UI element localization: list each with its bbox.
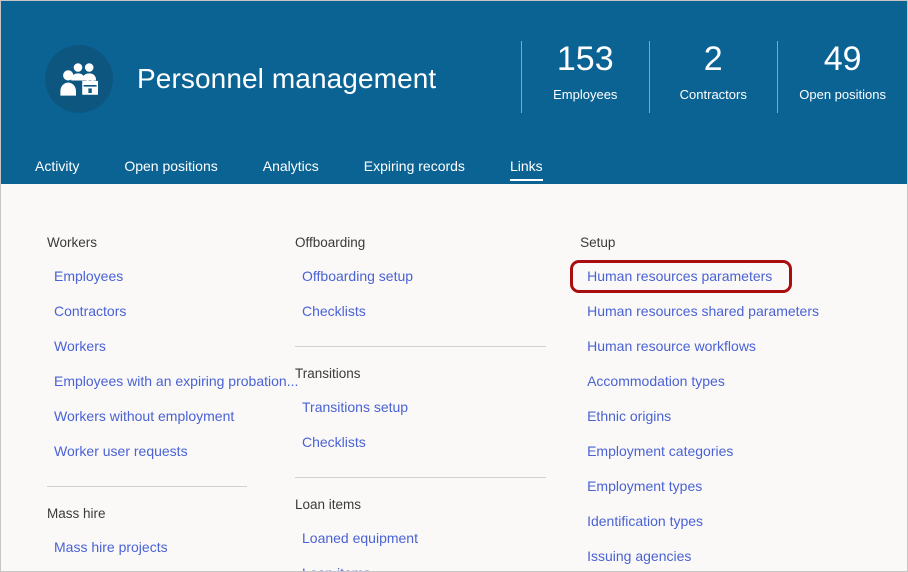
link-workers-without-employment[interactable]: Workers without employment <box>47 399 283 434</box>
divider <box>295 477 547 478</box>
tab-expiring-records[interactable]: Expiring records <box>364 157 465 184</box>
group-title-offboarding: Offboarding <box>295 235 366 250</box>
group-loan-items: Loan items Loaned equipment Loan items <box>295 496 564 571</box>
link-offboarding-checklists[interactable]: Checklists <box>295 294 564 329</box>
links-columns: Workers Employees Contractors Workers Em… <box>1 184 907 571</box>
link-identification-types[interactable]: Identification types <box>580 504 907 539</box>
group-transitions: Transitions Transitions setup Checklists <box>295 365 564 460</box>
link-worker-user-requests[interactable]: Worker user requests <box>47 434 283 469</box>
stat-employees: 153 Employees <box>521 39 649 113</box>
links-column-2: Offboarding Offboarding setup Checklists… <box>283 234 564 571</box>
stat-contractors-label: Contractors <box>679 87 747 102</box>
header-stats: 153 Employees 2 Contractors 49 Open posi… <box>521 39 907 113</box>
header-top-region: Personnel management 153 Employees 2 Con… <box>1 1 907 141</box>
highlighted-link-wrapper: Human resources parameters <box>570 259 793 294</box>
tab-links[interactable]: Links <box>509 157 543 184</box>
link-mass-hire-projects[interactable]: Mass hire projects <box>47 530 283 565</box>
stat-open-positions-value: 49 <box>823 40 862 78</box>
link-accommodation-types[interactable]: Accommodation types <box>580 364 907 399</box>
group-title-workers: Workers <box>47 235 98 250</box>
link-human-resources-parameters[interactable]: Human resources parameters <box>580 259 772 294</box>
link-employment-categories[interactable]: Employment categories <box>580 434 907 469</box>
link-offboarding-setup[interactable]: Offboarding setup <box>295 259 564 294</box>
tab-activity[interactable]: Activity <box>35 157 79 184</box>
tab-bar: Activity Open positions Analytics Expiri… <box>35 142 543 184</box>
group-mass-hire: Mass hire Mass hire projects <box>47 505 283 565</box>
link-loan-items[interactable]: Loan items <box>295 556 564 571</box>
link-human-resource-workflows[interactable]: Human resource workflows <box>580 329 907 364</box>
link-issuing-agencies[interactable]: Issuing agencies <box>580 539 907 571</box>
brand: Personnel management <box>45 45 436 113</box>
link-employees-expiring-probation[interactable]: Employees with an expiring probation... <box>47 364 298 399</box>
links-panel: Workers Employees Contractors Workers Em… <box>1 184 907 571</box>
divider <box>47 486 247 487</box>
link-loaned-equipment[interactable]: Loaned equipment <box>295 521 564 556</box>
link-employment-types[interactable]: Employment types <box>580 469 907 504</box>
stat-open-positions: 49 Open positions <box>777 39 907 113</box>
group-title-loan-items: Loan items <box>295 497 362 512</box>
link-employees[interactable]: Employees <box>47 259 283 294</box>
group-workers: Workers Employees Contractors Workers Em… <box>47 234 298 469</box>
stat-open-positions-label: Open positions <box>799 87 886 102</box>
link-contractors[interactable]: Contractors <box>47 294 283 329</box>
divider <box>295 346 547 347</box>
tab-open-positions[interactable]: Open positions <box>124 157 217 184</box>
link-human-resources-shared-parameters[interactable]: Human resources shared parameters <box>580 294 907 329</box>
link-transitions-setup[interactable]: Transitions setup <box>295 390 564 425</box>
stat-contractors-value: 2 <box>703 40 723 78</box>
page-header: Personnel management 153 Employees 2 Con… <box>1 1 907 184</box>
link-workers[interactable]: Workers <box>47 329 283 364</box>
tab-analytics[interactable]: Analytics <box>263 157 319 184</box>
link-transitions-checklists[interactable]: Checklists <box>295 425 564 460</box>
page-title: Personnel management <box>137 63 437 94</box>
group-setup: Setup Human resources parameters Human r… <box>570 234 907 571</box>
personnel-management-workspace: Personnel management 153 Employees 2 Con… <box>0 0 908 572</box>
group-title-setup: Setup <box>580 235 616 250</box>
links-column-1: Workers Employees Contractors Workers Em… <box>1 234 298 571</box>
group-title-transitions: Transitions <box>295 366 361 381</box>
people-briefcase-icon <box>45 45 113 113</box>
links-column-3: Setup Human resources parameters Human r… <box>564 234 907 571</box>
group-title-mass-hire: Mass hire <box>47 506 106 521</box>
group-offboarding: Offboarding Offboarding setup Checklists <box>295 234 564 329</box>
stat-employees-value: 153 <box>556 40 614 78</box>
stat-contractors: 2 Contractors <box>649 39 777 113</box>
stat-employees-label: Employees <box>553 87 618 102</box>
link-ethnic-origins[interactable]: Ethnic origins <box>580 399 907 434</box>
